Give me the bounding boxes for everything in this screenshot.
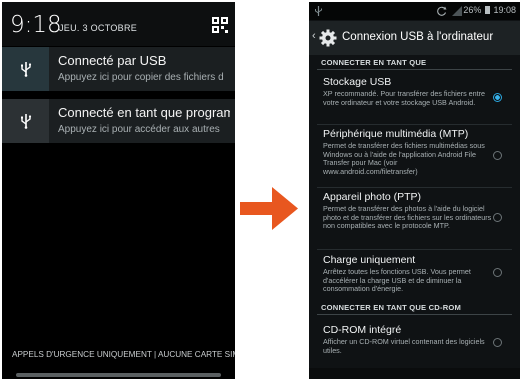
notification-subtitle: Appuyez ici pour accéder aux autres <box>58 124 220 135</box>
list-divider <box>317 187 512 188</box>
emergency-calls-text: APPELS D'URGENCE UNIQUEMENT | AUCUNE CAR… <box>12 350 235 359</box>
usb-icon <box>2 99 49 143</box>
usb-icon <box>2 47 49 91</box>
list-divider <box>317 249 512 250</box>
quick-settings-icon[interactable] <box>211 16 229 34</box>
section-header-connect-as: CONNECTER EN TANT QUE <box>321 58 427 67</box>
option-charge-only[interactable]: Charge uniquement Arrêtez toutes les fon… <box>323 254 493 294</box>
radio-usb-storage[interactable] <box>493 93 502 102</box>
battery-icon <box>484 6 490 14</box>
option-description: Arrêtez toutes les fonctions USB. Vous p… <box>323 267 471 293</box>
option-title: Appareil photo (PTP) <box>323 191 422 203</box>
radio-ptp[interactable] <box>493 213 502 222</box>
notification-usb-connected[interactable]: Connecté par USB Appuyez ici pour copier… <box>2 47 235 91</box>
arrow-right-icon <box>240 187 298 230</box>
battery-percent: 26% <box>463 5 482 15</box>
option-mtp[interactable]: Périphérique multimédia (MTP) Permet de … <box>323 128 493 176</box>
shade-header: 9:18 JEU. 3 OCTOBRE <box>2 2 235 46</box>
action-bar: ‹ Connexion USB à l'ordinateur <box>309 21 520 55</box>
option-title: Périphérique multimédia (MTP) <box>323 128 469 140</box>
radio-cdrom[interactable] <box>493 338 502 347</box>
back-chevron-icon[interactable]: ‹ <box>312 30 316 42</box>
notification-title: Connecté par USB <box>58 53 167 68</box>
usb-status-icon <box>315 6 322 16</box>
screen-title: Connexion USB à l'ordinateur <box>342 31 494 43</box>
shade-drag-handle[interactable] <box>16 373 221 377</box>
notification-title: Connecté en tant que program <box>58 105 230 120</box>
bottom-strip <box>309 368 520 379</box>
option-cdrom[interactable]: CD-ROM intégré Afficher un CD-ROM virtue… <box>323 324 493 355</box>
signal-icon <box>452 6 462 16</box>
notification-subtitle: Appuyez ici pour copier des fichiers d <box>58 72 224 83</box>
option-title: CD-ROM intégré <box>323 324 402 336</box>
status-bar: 26% 19:08 <box>309 2 520 20</box>
status-readout: 26% 19:08 <box>463 5 516 15</box>
notification-shade-screen: 9:18 JEU. 3 OCTOBRE Connecté par USB App… <box>2 2 235 379</box>
option-description: Permet de transférer des fichiers multim… <box>323 141 485 176</box>
list-divider <box>317 124 512 125</box>
option-usb-storage[interactable]: Stockage USB XP recommandé. Pour transfé… <box>323 76 493 107</box>
option-ptp[interactable]: Appareil photo (PTP) Permet de transfére… <box>323 191 493 231</box>
rotation-icon <box>437 6 447 16</box>
gear-icon[interactable] <box>319 29 337 47</box>
radio-charge-only[interactable] <box>493 268 502 277</box>
option-title: Stockage USB <box>323 76 392 88</box>
option-description: XP recommandé. Pour transférer des fichi… <box>323 89 486 107</box>
section-divider <box>317 314 512 315</box>
status-time: 19:08 <box>493 5 516 15</box>
radio-mtp[interactable] <box>493 151 502 160</box>
section-divider <box>317 69 512 70</box>
notification-usb-mode[interactable]: Connecté en tant que program Appuyez ici… <box>2 99 235 143</box>
date: JEU. 3 OCTOBRE <box>59 23 138 33</box>
option-description: Afficher un CD-ROM virtuel contenant des… <box>323 337 485 355</box>
clock: 9:18 <box>10 12 62 38</box>
option-title: Charge uniquement <box>323 254 416 266</box>
section-header-cdrom: CONNECTER EN TANT QUE CD-ROM <box>321 303 462 312</box>
option-description: Permet de transférer des photos à l'aide… <box>323 204 492 230</box>
usb-settings-screen: 26% 19:08 ‹ Connexion USB à l'ordinateur… <box>309 2 520 379</box>
